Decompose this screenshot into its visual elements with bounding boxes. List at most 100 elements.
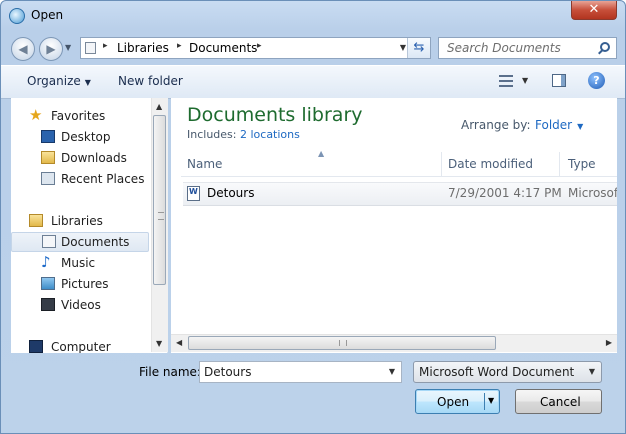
search-icon[interactable] (600, 42, 610, 52)
nav-videos-label: Videos (61, 298, 101, 312)
forward-button[interactable]: ▶ (39, 37, 63, 61)
nav-documents-label: Documents (61, 235, 130, 249)
grip-icon (158, 212, 164, 220)
nav-documents[interactable]: Documents (11, 232, 149, 252)
organize-button[interactable]: Organize ▼ (27, 74, 91, 88)
navigation-pane: ★ Favorites Desktop Downloads Recent Pla… (11, 98, 168, 353)
nav-recent-places[interactable]: Recent Places (11, 169, 149, 189)
grip-icon (339, 340, 347, 346)
nav-vertical-scrollbar[interactable]: ▲ ▼ (151, 98, 168, 352)
open-options-icon[interactable]: ▼ (488, 396, 494, 405)
nav-desktop-label: Desktop (61, 130, 111, 144)
address-dropdown-icon[interactable]: ▼ (400, 43, 406, 52)
change-view-icon[interactable] (499, 75, 513, 87)
sort-ascending-icon: ▲ (318, 149, 325, 158)
column-name[interactable]: Name (187, 157, 222, 171)
nav-downloads[interactable]: Downloads (11, 148, 149, 168)
column-date-modified[interactable]: Date modified (448, 157, 533, 171)
nav-pictures-label: Pictures (61, 277, 109, 291)
command-bar: Organize ▼ New folder ▼ ? (1, 65, 625, 99)
scroll-left-icon[interactable]: ◀ (176, 338, 182, 347)
open-label: Open (437, 395, 470, 409)
documents-icon (42, 235, 56, 248)
breadcrumb-libraries[interactable]: Libraries (117, 41, 169, 55)
breadcrumb-documents[interactable]: Documents (189, 41, 257, 55)
organize-label: Organize (27, 74, 81, 88)
title-bar: Open ✕ (1, 1, 625, 31)
scroll-thumb[interactable] (188, 336, 496, 350)
nav-desktop[interactable]: Desktop (11, 127, 149, 147)
desktop-icon (41, 130, 55, 143)
file-row[interactable]: Detours 7/29/2001 4:17 PM Microsoft (183, 182, 617, 206)
nav-music-label: Music (61, 256, 96, 270)
locations-link[interactable]: 2 locations (240, 128, 300, 141)
videos-icon (41, 298, 55, 311)
refresh-icon[interactable]: ⇆ (407, 38, 430, 58)
scroll-down-icon[interactable]: ▼ (156, 339, 162, 348)
cancel-button[interactable]: Cancel (515, 389, 602, 414)
recent-pages-dropdown-icon[interactable]: ▼ (65, 43, 71, 52)
window-title: Open (31, 8, 64, 22)
search-placeholder: Search Documents (447, 41, 561, 55)
view-dropdown-icon[interactable]: ▼ (522, 76, 528, 85)
close-icon: ✕ (588, 2, 600, 17)
breadcrumb-separator-icon[interactable]: ▸ (257, 41, 262, 51)
breadcrumb-separator-icon[interactable]: ▸ (103, 41, 108, 51)
music-icon: ♪ (41, 253, 51, 271)
nav-computer-label: Computer (51, 340, 111, 353)
nav-libraries[interactable]: Libraries (11, 211, 149, 231)
includes-label: Includes: (187, 128, 237, 141)
file-name-value: Detours (204, 365, 252, 379)
nav-pictures[interactable]: Pictures (11, 274, 149, 294)
arrange-value: Folder (535, 118, 573, 132)
help-icon[interactable]: ? (588, 72, 605, 89)
pictures-icon (41, 277, 55, 290)
new-folder-button[interactable]: New folder (118, 74, 183, 88)
breadcrumb-separator-icon[interactable]: ▸ (177, 41, 182, 51)
recent-places-icon (41, 172, 55, 185)
column-divider[interactable] (441, 152, 442, 176)
back-button[interactable]: ◀ (11, 37, 35, 61)
nav-computer[interactable]: Computer (11, 337, 149, 353)
nav-libraries-label: Libraries (51, 214, 103, 228)
chevron-down-icon: ▼ (84, 78, 91, 87)
close-button[interactable]: ✕ (571, 1, 617, 20)
scroll-thumb[interactable] (153, 115, 166, 285)
split-divider (484, 393, 485, 410)
open-dialog: Open ✕ ◀ ▶ ▼ ▸ Libraries ▸ Documents ▸ ▼… (0, 0, 626, 434)
file-type-select[interactable]: Microsoft Word Document (*.d ▼ (413, 361, 602, 383)
chevron-down-icon[interactable]: ▼ (389, 367, 395, 376)
file-list-pane: Documents library Includes: 2 locations … (171, 98, 617, 353)
column-divider[interactable] (559, 152, 560, 176)
scroll-up-icon[interactable]: ▲ (156, 102, 162, 111)
column-type[interactable]: Type (568, 157, 596, 171)
app-icon (9, 8, 25, 24)
nav-favorites-label: Favorites (51, 109, 106, 123)
star-icon: ★ (29, 106, 43, 124)
nav-favorites[interactable]: ★ Favorites (11, 106, 149, 126)
file-name: Detours (207, 186, 255, 200)
nav-recent-label: Recent Places (61, 172, 145, 186)
preview-pane-icon[interactable] (552, 74, 566, 87)
file-type-value: Microsoft Word Document (*.d (419, 365, 577, 379)
file-name-label: File name: (139, 365, 201, 379)
file-type: Microsoft (568, 186, 617, 200)
library-title: Documents library (187, 104, 363, 126)
scroll-right-icon[interactable]: ▶ (606, 338, 612, 347)
library-includes: Includes: 2 locations (187, 128, 300, 141)
open-button[interactable]: Open ▼ (415, 389, 500, 414)
file-list-horizontal-scrollbar[interactable]: ◀ ▶ (171, 334, 617, 352)
search-input[interactable]: Search Documents (438, 37, 617, 59)
address-bar[interactable]: ▸ Libraries ▸ Documents ▸ ▼ ⇆ (80, 37, 431, 59)
nav-videos[interactable]: Videos (11, 295, 149, 315)
file-date: 7/29/2001 4:17 PM (448, 186, 562, 200)
nav-music[interactable]: ♪ Music (11, 253, 149, 273)
file-name-field[interactable]: Detours ▼ (199, 361, 402, 383)
library-icon (85, 42, 96, 54)
chevron-down-icon: ▼ (588, 367, 595, 376)
libraries-icon (29, 214, 43, 227)
arrange-by-dropdown[interactable]: Folder ▼ (535, 118, 583, 132)
chevron-down-icon: ▼ (577, 122, 584, 131)
word-document-icon (187, 186, 200, 201)
column-headers: ▲ Name Date modified Type (181, 149, 617, 177)
